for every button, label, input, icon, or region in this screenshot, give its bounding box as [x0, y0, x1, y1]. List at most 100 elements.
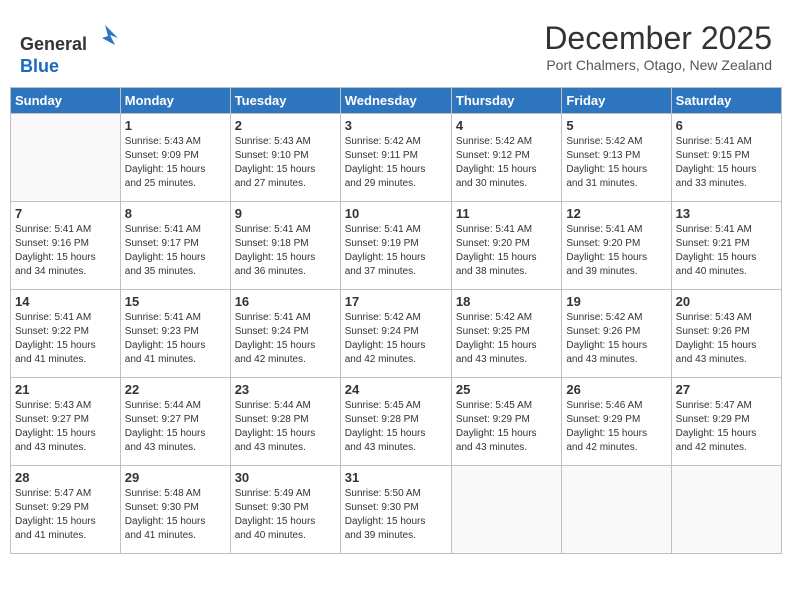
day-number: 24	[345, 382, 447, 397]
day-info: Sunrise: 5:43 AM Sunset: 9:27 PM Dayligh…	[15, 399, 116, 455]
day-info: Sunrise: 5:44 AM Sunset: 9:28 PM Dayligh…	[235, 399, 336, 455]
calendar-cell: 20 Sunrise: 5:43 AM Sunset: 9:26 PM Dayli…	[671, 290, 781, 378]
day-info: Sunrise: 5:42 AM Sunset: 9:26 PM Dayligh…	[566, 311, 666, 367]
day-number: 6	[676, 118, 777, 133]
calendar-cell: 6Sunrise: 5:41 AM Sunset: 9:15 PM Daylig…	[671, 114, 781, 202]
calendar-cell: 19Sunrise: 5:42 AM Sunset: 9:26 PM Dayli…	[562, 290, 671, 378]
day-number: 14	[15, 294, 116, 309]
day-info: Sunrise: 5:43 AM Sunset: 9:26 PM Dayligh…	[676, 311, 777, 367]
calendar-cell	[671, 466, 781, 554]
calendar-cell: 26Sunrise: 5:46 AM Sunset: 9:29 PM Dayli…	[562, 378, 671, 466]
weekday-header-monday: Monday	[120, 88, 230, 114]
location: Port Chalmers, Otago, New Zealand	[544, 57, 772, 73]
day-number: 28	[15, 470, 116, 485]
weekday-header-thursday: Thursday	[451, 88, 561, 114]
day-number: 7	[15, 206, 116, 221]
calendar-cell	[562, 466, 671, 554]
day-number: 1	[125, 118, 226, 133]
calendar-cell: 25 Sunrise: 5:45 AM Sunset: 9:29 PM Dayli…	[451, 378, 561, 466]
calendar-cell: 7 Sunrise: 5:41 AM Sunset: 9:16 PM Daylig…	[11, 202, 121, 290]
day-number: 12	[566, 206, 666, 221]
calendar-cell: 27 Sunrise: 5:47 AM Sunset: 9:29 PM Dayli…	[671, 378, 781, 466]
day-info: Sunrise: 5:45 AM Sunset: 9:28 PM Dayligh…	[345, 399, 447, 455]
calendar-cell: 4 Sunrise: 5:42 AM Sunset: 9:12 PM Daylig…	[451, 114, 561, 202]
day-info: Sunrise: 5:41 AM Sunset: 9:23 PM Dayligh…	[125, 311, 226, 367]
day-info: Sunrise: 5:44 AM Sunset: 9:27 PM Dayligh…	[125, 399, 226, 455]
logo-blue: Blue	[20, 56, 59, 76]
weekday-header-row: SundayMondayTuesdayWednesdayThursdayFrid…	[11, 88, 782, 114]
calendar-cell: 8Sunrise: 5:41 AM Sunset: 9:17 PM Daylig…	[120, 202, 230, 290]
calendar-cell: 30 Sunrise: 5:49 AM Sunset: 9:30 PM Dayli…	[230, 466, 340, 554]
day-number: 20	[676, 294, 777, 309]
week-row-4: 21 Sunrise: 5:43 AM Sunset: 9:27 PM Dayli…	[11, 378, 782, 466]
day-info: Sunrise: 5:42 AM Sunset: 9:13 PM Dayligh…	[566, 135, 666, 191]
calendar-cell: 21 Sunrise: 5:43 AM Sunset: 9:27 PM Dayli…	[11, 378, 121, 466]
week-row-5: 28 Sunrise: 5:47 AM Sunset: 9:29 PM Dayli…	[11, 466, 782, 554]
calendar-cell: 1 Sunrise: 5:43 AM Sunset: 9:09 PM Daylig…	[120, 114, 230, 202]
calendar-cell: 10 Sunrise: 5:41 AM Sunset: 9:19 PM Dayli…	[340, 202, 451, 290]
day-info: Sunrise: 5:49 AM Sunset: 9:30 PM Dayligh…	[235, 487, 336, 543]
day-number: 22	[125, 382, 226, 397]
calendar-cell	[451, 466, 561, 554]
day-info: Sunrise: 5:41 AM Sunset: 9:20 PM Dayligh…	[566, 223, 666, 279]
calendar-cell	[11, 114, 121, 202]
calendar-cell: 28 Sunrise: 5:47 AM Sunset: 9:29 PM Dayli…	[11, 466, 121, 554]
day-number: 21	[15, 382, 116, 397]
day-info: Sunrise: 5:47 AM Sunset: 9:29 PM Dayligh…	[676, 399, 777, 455]
weekday-header-saturday: Saturday	[671, 88, 781, 114]
calendar-cell: 29 Sunrise: 5:48 AM Sunset: 9:30 PM Dayli…	[120, 466, 230, 554]
day-number: 5	[566, 118, 666, 133]
day-info: Sunrise: 5:41 AM Sunset: 9:17 PM Dayligh…	[125, 223, 226, 279]
day-info: Sunrise: 5:41 AM Sunset: 9:16 PM Dayligh…	[15, 223, 116, 279]
day-number: 25	[456, 382, 557, 397]
day-number: 23	[235, 382, 336, 397]
day-info: Sunrise: 5:41 AM Sunset: 9:18 PM Dayligh…	[235, 223, 336, 279]
logo-general: General	[20, 34, 87, 54]
calendar-cell: 2Sunrise: 5:43 AM Sunset: 9:10 PM Daylig…	[230, 114, 340, 202]
day-info: Sunrise: 5:41 AM Sunset: 9:19 PM Dayligh…	[345, 223, 447, 279]
calendar-cell: 3Sunrise: 5:42 AM Sunset: 9:11 PM Daylig…	[340, 114, 451, 202]
calendar-cell: 24 Sunrise: 5:45 AM Sunset: 9:28 PM Dayli…	[340, 378, 451, 466]
calendar-cell: 5 Sunrise: 5:42 AM Sunset: 9:13 PM Daylig…	[562, 114, 671, 202]
week-row-2: 7 Sunrise: 5:41 AM Sunset: 9:16 PM Daylig…	[11, 202, 782, 290]
day-number: 31	[345, 470, 447, 485]
day-info: Sunrise: 5:43 AM Sunset: 9:09 PM Dayligh…	[125, 135, 226, 191]
day-number: 29	[125, 470, 226, 485]
calendar-cell: 14 Sunrise: 5:41 AM Sunset: 9:22 PM Dayli…	[11, 290, 121, 378]
day-number: 11	[456, 206, 557, 221]
calendar-cell: 9 Sunrise: 5:41 AM Sunset: 9:18 PM Daylig…	[230, 202, 340, 290]
day-info: Sunrise: 5:47 AM Sunset: 9:29 PM Dayligh…	[15, 487, 116, 543]
title-block: December 2025 Port Chalmers, Otago, New …	[544, 20, 772, 73]
day-info: Sunrise: 5:42 AM Sunset: 9:25 PM Dayligh…	[456, 311, 557, 367]
calendar-cell: 11 Sunrise: 5:41 AM Sunset: 9:20 PM Dayli…	[451, 202, 561, 290]
day-number: 30	[235, 470, 336, 485]
calendar-cell: 15Sunrise: 5:41 AM Sunset: 9:23 PM Dayli…	[120, 290, 230, 378]
day-info: Sunrise: 5:42 AM Sunset: 9:11 PM Dayligh…	[345, 135, 447, 191]
day-info: Sunrise: 5:42 AM Sunset: 9:24 PM Dayligh…	[345, 311, 447, 367]
calendar-cell: 17 Sunrise: 5:42 AM Sunset: 9:24 PM Dayli…	[340, 290, 451, 378]
day-number: 16	[235, 294, 336, 309]
day-number: 2	[235, 118, 336, 133]
day-info: Sunrise: 5:41 AM Sunset: 9:22 PM Dayligh…	[15, 311, 116, 367]
day-number: 10	[345, 206, 447, 221]
day-info: Sunrise: 5:45 AM Sunset: 9:29 PM Dayligh…	[456, 399, 557, 455]
week-row-3: 14 Sunrise: 5:41 AM Sunset: 9:22 PM Dayli…	[11, 290, 782, 378]
day-info: Sunrise: 5:50 AM Sunset: 9:30 PM Dayligh…	[345, 487, 447, 543]
weekday-header-wednesday: Wednesday	[340, 88, 451, 114]
calendar-cell: 23 Sunrise: 5:44 AM Sunset: 9:28 PM Dayli…	[230, 378, 340, 466]
day-info: Sunrise: 5:46 AM Sunset: 9:29 PM Dayligh…	[566, 399, 666, 455]
day-info: Sunrise: 5:41 AM Sunset: 9:20 PM Dayligh…	[456, 223, 557, 279]
calendar-cell: 22 Sunrise: 5:44 AM Sunset: 9:27 PM Dayli…	[120, 378, 230, 466]
weekday-header-tuesday: Tuesday	[230, 88, 340, 114]
day-number: 27	[676, 382, 777, 397]
day-number: 4	[456, 118, 557, 133]
day-info: Sunrise: 5:41 AM Sunset: 9:21 PM Dayligh…	[676, 223, 777, 279]
calendar-cell: 18Sunrise: 5:42 AM Sunset: 9:25 PM Dayli…	[451, 290, 561, 378]
month-title: December 2025	[544, 20, 772, 57]
day-info: Sunrise: 5:42 AM Sunset: 9:12 PM Dayligh…	[456, 135, 557, 191]
day-number: 17	[345, 294, 447, 309]
day-number: 13	[676, 206, 777, 221]
day-number: 9	[235, 206, 336, 221]
calendar-cell: 16Sunrise: 5:41 AM Sunset: 9:24 PM Dayli…	[230, 290, 340, 378]
day-info: Sunrise: 5:48 AM Sunset: 9:30 PM Dayligh…	[125, 487, 226, 543]
